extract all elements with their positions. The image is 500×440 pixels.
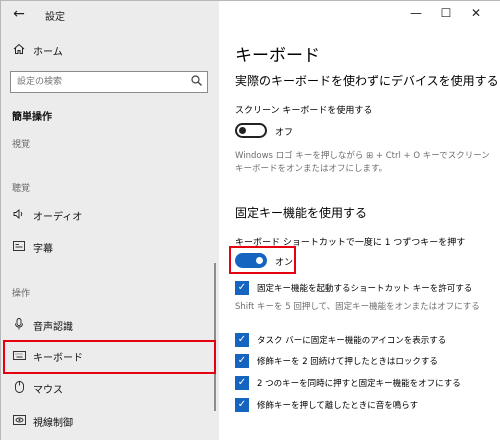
content-pane: — ☐ ✕ キーボード 実際のキーボードを使わずにデバイスを使用する スクリーン… (219, 1, 500, 440)
sidebar-item-label: マウス (33, 384, 63, 396)
microphone-icon (12, 317, 26, 333)
checkbox-checked-icon[interactable]: ✓ (235, 354, 249, 368)
onscreen-keyboard-description: Windows ロゴ キーを押しながら ⊞ + Ctrl + O キーでスクリー… (235, 151, 490, 174)
toggle-knob (239, 127, 246, 134)
section-title: 簡単操作 (12, 112, 52, 123)
sidebar-item-mouse[interactable]: マウス (1, 375, 219, 401)
search-input[interactable] (11, 72, 185, 92)
mouse-icon (12, 380, 26, 396)
page-title: キーボード (235, 46, 320, 66)
group-label-hearing: 聴覚 (12, 184, 31, 194)
back-arrow-icon[interactable]: ← (9, 5, 29, 23)
sidebar-item-audio[interactable]: オーディオ (1, 202, 219, 228)
checkbox-label: 修飾キーを押して離したときに音を鳴らす (257, 401, 419, 411)
close-icon[interactable]: ✕ (461, 4, 491, 22)
checkbox-row[interactable]: ✓ 修飾キーを押して離したときに音を鳴らす (235, 398, 418, 412)
checkbox-label: 固定キー機能を起動するショートカット キーを許可する (257, 284, 473, 294)
checkbox-label: 2 つのキーを同時に押すと固定キー機能をオフにする (257, 379, 461, 389)
sidebar-item-captions[interactable]: 字幕 (1, 234, 219, 260)
checkbox-label: 修飾キーを 2 回続けて押したときはロックする (257, 357, 438, 367)
checkbox-row[interactable]: ✓ 修飾キーを 2 回続けて押したときはロックする (235, 354, 438, 368)
checkbox-row[interactable]: ✓ タスク バーに固定キー機能のアイコンを表示する (235, 333, 446, 347)
sidebar-item-label: 字幕 (33, 243, 53, 255)
sidebar-item-label: 音声認識 (33, 321, 73, 333)
group-label-vision: 視覚 (12, 140, 31, 150)
sidebar-item-home[interactable]: ホーム (1, 37, 219, 63)
highlight-box-sticky-toggle (229, 246, 296, 274)
sidebar-item-eye-control[interactable]: 視線制御 (1, 408, 219, 434)
section-title-sticky-keys: 固定キー機能を使用する (235, 206, 368, 220)
sidebar-item-label: ホーム (33, 46, 63, 58)
maximize-icon[interactable]: ☐ (431, 4, 461, 22)
sidebar: ← 設定 ホーム 簡単操作 視覚 聴覚 オーディオ 字幕 操作 音声認識 (1, 1, 219, 440)
window-controls: — ☐ ✕ (401, 4, 491, 22)
sidebar-item-label: 視線制御 (33, 417, 73, 429)
sidebar-item-label: オーディオ (33, 211, 83, 223)
onscreen-keyboard-toggle[interactable] (235, 123, 267, 138)
group-label-interaction: 操作 (12, 289, 31, 299)
titlebar-left: ← 設定 (1, 1, 219, 29)
highlight-box-keyboard (3, 340, 216, 374)
checkbox-checked-icon[interactable]: ✓ (235, 281, 249, 295)
setting-label-onscreen-keyboard: スクリーン キーボードを使用する (235, 106, 373, 116)
section-title-onscreen-keyboard: 実際のキーボードを使わずにデバイスを使用する (235, 74, 499, 88)
app-title: 設定 (45, 12, 65, 23)
home-icon (12, 43, 26, 58)
sidebar-item-speech[interactable]: 音声認識 (1, 312, 219, 338)
search-icon[interactable] (185, 75, 207, 89)
eye-icon (12, 414, 26, 428)
checkbox-checked-icon[interactable]: ✓ (235, 398, 249, 412)
checkbox-checked-icon[interactable]: ✓ (235, 376, 249, 390)
checkbox-checked-icon[interactable]: ✓ (235, 333, 249, 347)
checkbox-label: タスク バーに固定キー機能のアイコンを表示する (257, 336, 447, 346)
minimize-icon[interactable]: — (401, 4, 431, 22)
shortcut-description: Shift キーを 5 回押して、固定キー機能をオンまたはオフにする (235, 302, 480, 312)
checkbox-row[interactable]: ✓ 2 つのキーを同時に押すと固定キー機能をオフにする (235, 376, 461, 390)
sidebar-scrollbar[interactable] (214, 263, 216, 411)
checkbox-row[interactable]: ✓ 固定キー機能を起動するショートカット キーを許可する (235, 281, 472, 295)
toggle-state-text: オフ (275, 128, 294, 138)
speaker-icon (12, 208, 26, 223)
search-box[interactable] (10, 71, 208, 93)
captions-icon (12, 240, 26, 254)
